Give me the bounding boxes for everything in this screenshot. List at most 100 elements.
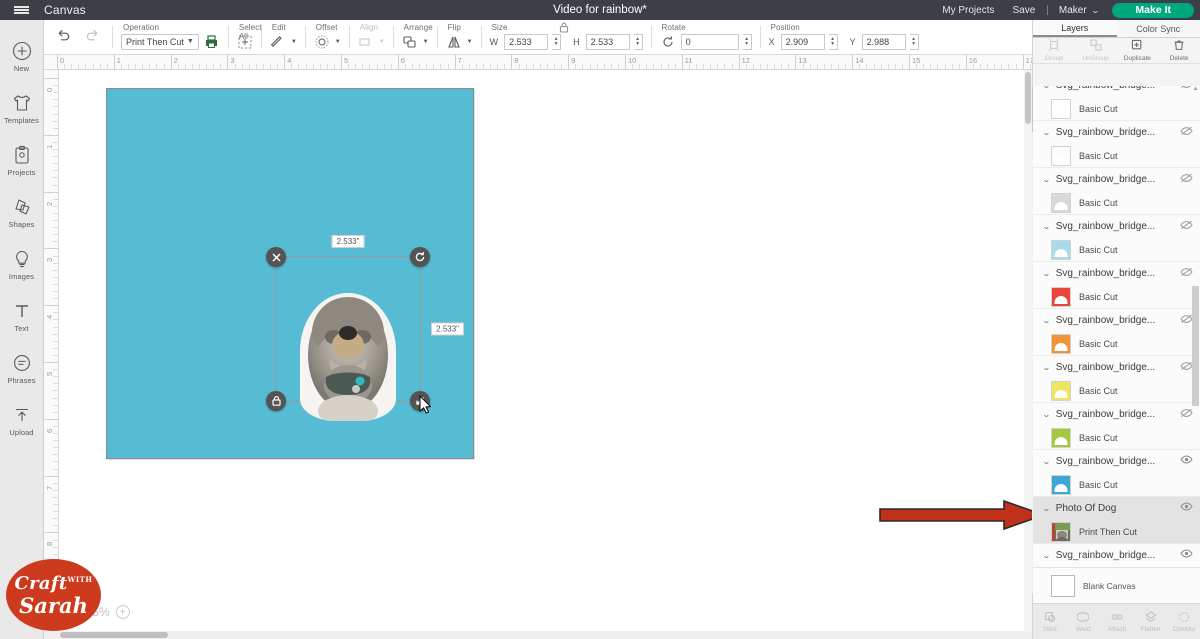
chevron-down-icon[interactable]: ▼: [467, 39, 473, 45]
slice-button[interactable]: Slice: [1033, 611, 1067, 633]
layer-color-swatch[interactable]: [1051, 381, 1071, 401]
layer-header[interactable]: ⌄Svg_rainbow_bridge...: [1033, 86, 1200, 96]
layer-item[interactable]: ⌄Svg_rainbow_bridge...Basic Cut: [1033, 309, 1200, 356]
rail-item-text[interactable]: Text: [0, 290, 44, 342]
chevron-down-icon[interactable]: ⌄: [1042, 504, 1051, 513]
chevron-down-icon[interactable]: ⌄: [1042, 86, 1051, 90]
chevron-down-icon[interactable]: ▼: [335, 39, 341, 45]
size-width-stepper[interactable]: ▲▼: [552, 34, 561, 50]
lock-icon[interactable]: [558, 22, 570, 34]
rail-item-projects[interactable]: Projects: [0, 134, 44, 186]
chevron-down-icon[interactable]: ⌄: [1042, 222, 1051, 231]
pencil-icon[interactable]: [270, 34, 286, 50]
size-width-input[interactable]: 2.533: [504, 34, 548, 50]
layer-thumbnail[interactable]: [1051, 522, 1071, 542]
rail-item-images[interactable]: Images: [0, 238, 44, 290]
layer-item[interactable]: ⌄Svg_rainbow_bridge...Basic Cut: [1033, 450, 1200, 497]
layer-operation-row[interactable]: Basic Cut: [1033, 472, 1200, 497]
chevron-down-icon[interactable]: ⌄: [1042, 363, 1051, 372]
scroll-up-icon[interactable]: ▲: [1192, 86, 1199, 93]
layer-header[interactable]: ⌄Svg_rainbow_bridge...: [1033, 215, 1200, 237]
canvas-vertical-scrollbar[interactable]: [1024, 70, 1032, 631]
tab-color-sync[interactable]: Color Sync: [1117, 20, 1200, 37]
layer-color-swatch[interactable]: [1051, 287, 1071, 307]
position-x-stepper[interactable]: ▲▼: [829, 34, 838, 50]
size-height-input[interactable]: 2.533: [586, 34, 630, 50]
rail-item-upload[interactable]: Upload: [0, 394, 44, 446]
position-y-input[interactable]: 2.988: [862, 34, 906, 50]
layer-item[interactable]: ⌄Svg_rainbow_bridge...Basic Cut: [1033, 215, 1200, 262]
position-x-input[interactable]: 2.909: [781, 34, 825, 50]
layer-operation-row[interactable]: Basic Cut: [1033, 237, 1200, 262]
chevron-down-icon[interactable]: ⌄: [1042, 175, 1051, 184]
printer-icon[interactable]: [204, 34, 220, 50]
layer-item[interactable]: ⌄Svg_rainbow_bridge...Basic Cut: [1033, 403, 1200, 450]
my-projects-link[interactable]: My Projects: [933, 5, 1003, 16]
operation-select[interactable]: Print Then Cut ▼: [121, 34, 199, 50]
layer-item[interactable]: ⌄Svg_rainbow_bridge...Basic Cut: [1033, 262, 1200, 309]
selection-bounding-box[interactable]: 2.533" 2.533": [275, 256, 421, 402]
layer-item[interactable]: ⌄Svg_rainbow_bridge...Basic Cut: [1033, 121, 1200, 168]
size-height-stepper[interactable]: ▲▼: [634, 34, 643, 50]
scrollbar-thumb[interactable]: [1192, 286, 1199, 406]
close-x-icon[interactable]: [266, 247, 286, 267]
rail-item-templates[interactable]: Templates: [0, 82, 44, 134]
layer-operation-row[interactable]: Print Then Cut: [1033, 519, 1200, 544]
layer-color-swatch[interactable]: [1051, 193, 1071, 213]
design-canvas[interactable]: 2.533" 2.533": [59, 70, 1032, 631]
layer-operation-row[interactable]: Basic Cut: [1033, 331, 1200, 356]
layer-operation-row[interactable]: Basic Cut: [1033, 425, 1200, 450]
offset-sun-icon[interactable]: [314, 34, 330, 50]
layer-header[interactable]: ⌄Svg_rainbow_bridge...: [1033, 356, 1200, 378]
layer-color-swatch[interactable]: [1051, 475, 1071, 495]
layer-header[interactable]: ⌄Svg_rainbow_bridge...: [1033, 544, 1200, 566]
layer-color-swatch[interactable]: [1051, 146, 1071, 166]
layer-color-swatch[interactable]: [1051, 334, 1071, 354]
rotate-input[interactable]: 0: [681, 34, 739, 50]
machine-selector[interactable]: Maker ⌄: [1051, 5, 1107, 16]
arrange-icon[interactable]: [402, 34, 418, 50]
redo-icon[interactable]: [85, 29, 100, 46]
duplicate-button[interactable]: Duplicate: [1117, 39, 1159, 62]
layer-list-scrollbar[interactable]: ▲ ▼: [1192, 86, 1199, 593]
dog-photo[interactable]: [300, 293, 396, 421]
rail-item-shapes[interactable]: Shapes: [0, 186, 44, 238]
rotate-stepper[interactable]: ▲▼: [743, 34, 752, 50]
layer-header[interactable]: ⌄Svg_rainbow_bridge...: [1033, 403, 1200, 425]
layer-operation-row[interactable]: Basic Cut: [1033, 378, 1200, 403]
rail-item-new[interactable]: New: [0, 30, 44, 82]
layer-list[interactable]: ⌄Svg_rainbow_bridge...Basic Cut⌄Svg_rain…: [1033, 86, 1200, 593]
contour-button[interactable]: Contour: [1167, 611, 1200, 633]
save-button[interactable]: Save: [1003, 5, 1044, 16]
layer-item[interactable]: ⌄Svg_rainbow_bridge...Basic Cut: [1033, 168, 1200, 215]
horizontal-ruler[interactable]: 01234567891011121314151617: [44, 55, 1032, 70]
group-button[interactable]: Group: [1033, 39, 1075, 62]
layer-header[interactable]: ⌄Photo Of Dog: [1033, 497, 1200, 519]
canvas-horizontal-scrollbar[interactable]: [44, 631, 1032, 639]
layer-operation-row[interactable]: Basic Cut: [1033, 284, 1200, 309]
scrollbar-thumb[interactable]: [1025, 72, 1031, 124]
rail-item-phrases[interactable]: Phrases: [0, 342, 44, 394]
hamburger-menu-icon[interactable]: [0, 0, 42, 20]
layer-header[interactable]: ⌄Svg_rainbow_bridge...: [1033, 262, 1200, 284]
flatten-button[interactable]: Flatten: [1134, 611, 1168, 633]
chevron-down-icon[interactable]: ⌄: [1042, 410, 1051, 419]
chevron-down-icon[interactable]: ▼: [291, 39, 297, 45]
chevron-down-icon[interactable]: ⌄: [1042, 269, 1051, 278]
blank-canvas-row[interactable]: Blank Canvas: [1033, 567, 1200, 603]
chevron-down-icon[interactable]: ⌄: [1042, 128, 1051, 137]
layer-item[interactable]: ⌄Svg_rainbow_bridge...Basic Cut: [1033, 356, 1200, 403]
lock-closed-icon[interactable]: [266, 391, 286, 411]
layer-color-swatch[interactable]: [1051, 240, 1071, 260]
flip-icon[interactable]: [446, 34, 462, 50]
chevron-down-icon[interactable]: ⌄: [1042, 316, 1051, 325]
weld-button[interactable]: Weld: [1067, 611, 1101, 633]
ungroup-button[interactable]: UnGroup: [1075, 39, 1117, 62]
chevron-down-icon[interactable]: ⌄: [1042, 457, 1051, 466]
layer-header[interactable]: ⌄Svg_rainbow_bridge...: [1033, 168, 1200, 190]
attach-button[interactable]: Attach: [1100, 611, 1134, 633]
layer-color-swatch[interactable]: [1051, 428, 1071, 448]
scrollbar-thumb[interactable]: [60, 632, 168, 638]
layer-header[interactable]: ⌄Svg_rainbow_bridge...: [1033, 450, 1200, 472]
layer-color-swatch[interactable]: [1051, 99, 1071, 119]
